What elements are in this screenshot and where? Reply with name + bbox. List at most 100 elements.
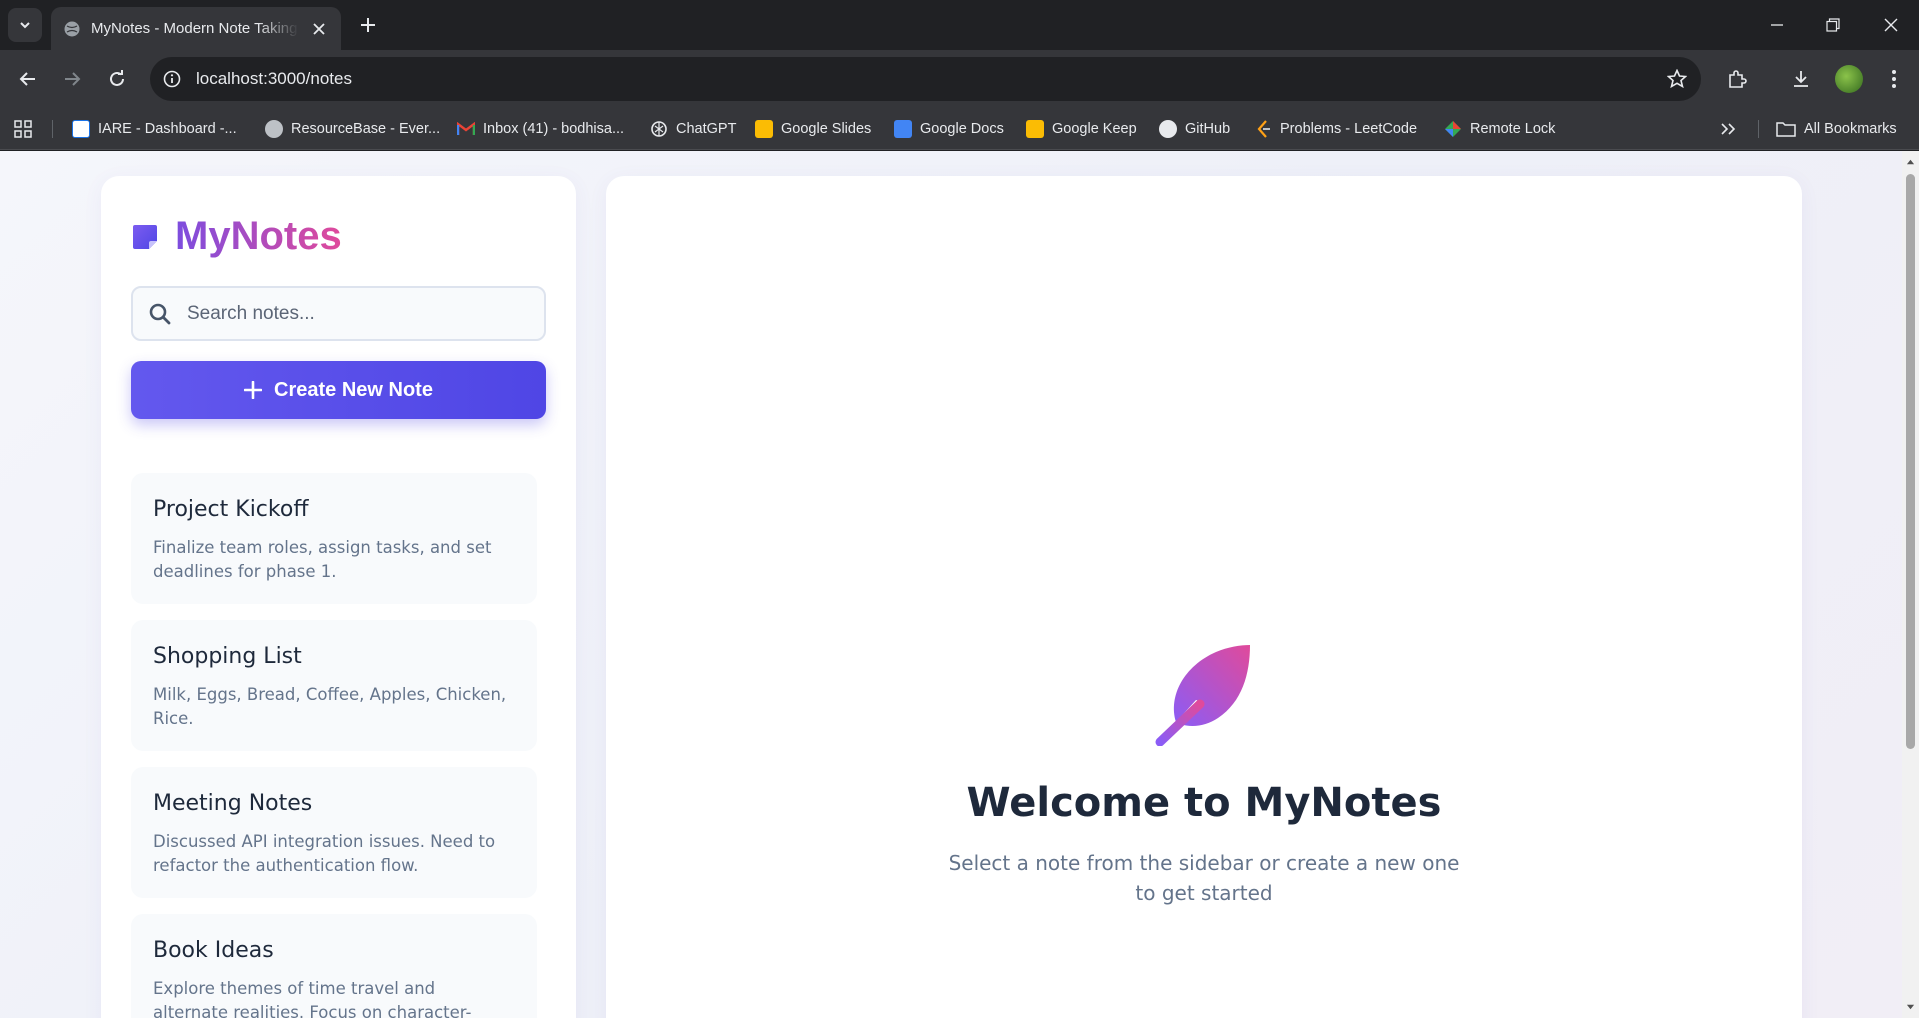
kebab-menu-icon (1892, 70, 1896, 88)
bookmark-item[interactable]: Google Docs (894, 117, 1004, 141)
welcome-state: Welcome to MyNotes Select a note from th… (606, 644, 1802, 908)
download-icon (1794, 71, 1808, 87)
minimize-icon (1771, 24, 1783, 26)
restore-button[interactable] (1805, 0, 1861, 50)
extensions-button[interactable] (1720, 62, 1754, 96)
puzzle-icon (1729, 70, 1747, 88)
note-preview: Discussed API integration issues. Need t… (153, 832, 496, 875)
tab-close-icon[interactable] (309, 19, 329, 39)
note-title: Shopping List (153, 644, 302, 669)
page-scrollbar[interactable] (1902, 151, 1919, 1018)
tab-search-button[interactable] (8, 8, 42, 42)
url-text[interactable]: localhost:3000/notes (196, 69, 352, 89)
note-preview: Explore themes of time travel and altern… (153, 979, 472, 1018)
bookmarks-divider (52, 120, 53, 138)
bookmarks-divider (1758, 120, 1759, 138)
all-bookmarks-button[interactable]: All Bookmarks (1776, 117, 1897, 141)
keep-icon (1026, 120, 1044, 138)
remote-lock-icon (1445, 121, 1461, 137)
bookmark-label: Problems - LeetCode (1280, 121, 1418, 137)
note-card[interactable]: Meeting Notes Discussed API integration … (131, 767, 537, 898)
bookmark-star-icon[interactable] (1665, 67, 1689, 91)
page-viewport: MyNotes Create New Note Project Kickoff … (0, 151, 1902, 1018)
bookmark-label: Remote Lock (1470, 121, 1556, 137)
bookmark-item[interactable]: Google Keep (1026, 117, 1137, 141)
note-card[interactable]: Shopping List Milk, Eggs, Bread, Coffee,… (131, 620, 537, 751)
address-bar[interactable]: localhost:3000/notes (150, 57, 1701, 101)
bookmarks-bar: IARE - Dashboard -... ResourceBase - Eve… (0, 108, 1919, 150)
apps-grid-icon (14, 120, 32, 138)
browser-toolbar: localhost:3000/notes (0, 50, 1919, 108)
bookmark-item[interactable]: Inbox (41) - bodhisa... (457, 117, 624, 141)
bookmark-item[interactable]: Remote Lock (1444, 117, 1555, 141)
docs-icon (894, 120, 912, 138)
note-preview: Finalize team roles, assign tasks, and s… (153, 538, 492, 581)
tab-title: MyNotes - Modern Note Taking App (91, 20, 299, 37)
gmail-icon (457, 122, 475, 135)
chevron-down-icon (20, 22, 30, 29)
folder-icon (1776, 122, 1796, 137)
arrow-right-icon (65, 72, 81, 86)
site-info-icon[interactable] (160, 67, 184, 91)
bookmark-item[interactable]: IARE - Dashboard -... (72, 117, 237, 141)
scroll-up-arrow-icon[interactable] (1906, 157, 1915, 166)
note-title: Book Ideas (153, 938, 274, 963)
chatgpt-icon (651, 121, 667, 137)
feather-icon (1155, 645, 1250, 746)
plus-icon (244, 381, 263, 399)
bookmark-label: GitHub (1185, 121, 1231, 137)
bookmark-label: Google Slides (781, 121, 872, 137)
bookmark-item[interactable]: ChatGPT (650, 117, 736, 141)
github-icon (1159, 120, 1177, 138)
bookmark-item[interactable]: ResourceBase - Ever... (265, 117, 440, 141)
create-note-label: Create New Note (274, 378, 433, 401)
apps-button[interactable] (14, 117, 32, 141)
iare-icon (72, 120, 90, 138)
globe-icon (64, 21, 80, 36)
bookmark-label: ResourceBase - Ever... (291, 121, 441, 137)
close-icon (1884, 18, 1898, 32)
welcome-subtitle: Select a note from the sidebar or create… (948, 851, 1460, 905)
scroll-down-arrow-icon[interactable] (1906, 1003, 1915, 1012)
note-card[interactable]: Book Ideas Explore themes of time travel… (131, 914, 537, 1018)
sticky-note-icon (133, 224, 157, 249)
note-card[interactable]: Project Kickoff Finalize team roles, ass… (131, 473, 537, 604)
plus-icon (361, 18, 375, 32)
browser-tab-active[interactable]: MyNotes - Modern Note Taking App (51, 7, 341, 50)
close-window-button[interactable] (1863, 0, 1919, 50)
scroll-thumb[interactable] (1906, 174, 1915, 749)
app-logo: MyNotes (131, 214, 342, 259)
bookmark-item[interactable]: Google Slides (755, 117, 871, 141)
reload-button[interactable] (100, 62, 134, 96)
chevron-double-right-icon (1721, 123, 1736, 135)
back-button[interactable] (11, 62, 45, 96)
bookmark-label: Inbox (41) - bodhisa... (483, 121, 625, 137)
logo-text: MyNotes (175, 214, 342, 258)
arrow-left-icon (19, 72, 35, 86)
profile-avatar[interactable] (1835, 65, 1863, 93)
sidebar: MyNotes Create New Note Project Kickoff … (101, 176, 576, 1018)
new-tab-button[interactable] (353, 10, 383, 40)
minimize-button[interactable] (1749, 0, 1805, 50)
search-input[interactable] (187, 302, 517, 325)
bookmark-item[interactable]: Problems - LeetCode (1256, 117, 1417, 141)
note-title: Project Kickoff (153, 497, 309, 522)
note-preview: Milk, Eggs, Bread, Coffee, Apples, Chick… (153, 685, 507, 728)
all-bookmarks-label: All Bookmarks (1804, 121, 1897, 137)
reload-icon (110, 70, 124, 86)
search-icon (149, 303, 171, 324)
bookmark-label: Google Docs (920, 121, 1004, 137)
bookmark-label: IARE - Dashboard -... (98, 121, 237, 137)
note-title: Meeting Notes (153, 791, 313, 816)
browser-menu-button[interactable] (1877, 62, 1911, 96)
globe-icon (265, 120, 283, 138)
forward-button[interactable] (55, 62, 89, 96)
bookmark-item[interactable]: GitHub (1159, 117, 1230, 141)
slides-icon (755, 120, 773, 138)
downloads-button[interactable] (1784, 62, 1818, 96)
create-note-button[interactable]: Create New Note (131, 361, 546, 419)
more-bookmarks-button[interactable] (1720, 117, 1736, 141)
search-box[interactable] (131, 286, 546, 341)
bookmark-label: ChatGPT (676, 121, 737, 137)
main-panel: Welcome to MyNotes Select a note from th… (606, 176, 1802, 1018)
